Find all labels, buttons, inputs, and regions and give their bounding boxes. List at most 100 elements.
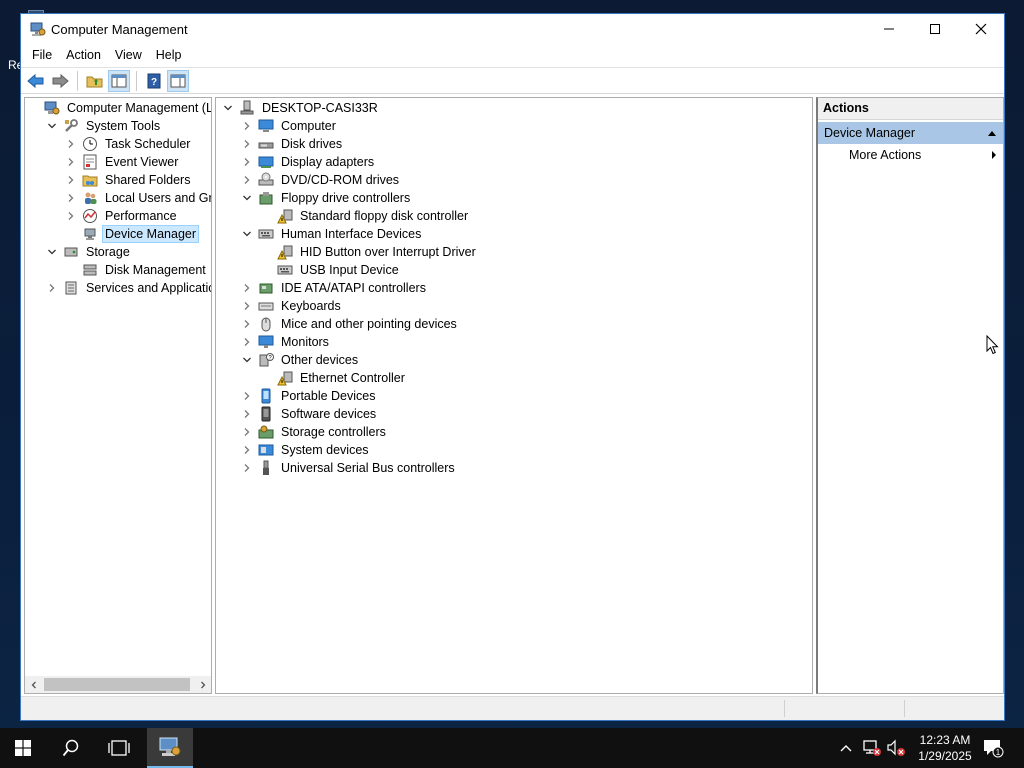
tree-node[interactable]: Human Interface Devices [241, 225, 423, 243]
tree-node[interactable]: Computer Management (Local [27, 99, 211, 117]
tree-toggle[interactable] [241, 156, 253, 168]
chevron-right-icon[interactable] [66, 139, 76, 149]
chevron-down-icon[interactable] [47, 121, 57, 131]
tree-node[interactable]: Standard floppy disk controller [260, 207, 470, 225]
tree-node[interactable]: Storage [46, 243, 132, 261]
chevron-right-icon[interactable] [242, 427, 252, 437]
tree-node[interactable]: Disk drives [241, 135, 344, 153]
tree-toggle[interactable] [241, 408, 253, 420]
tree-node[interactable]: Task Scheduler [65, 135, 192, 153]
chevron-right-icon[interactable] [66, 175, 76, 185]
task-view-button[interactable] [96, 728, 142, 768]
tree-toggle[interactable] [241, 354, 253, 366]
tree-toggle[interactable] [65, 192, 77, 204]
tree-toggle[interactable] [65, 138, 77, 150]
up-one-level-button[interactable] [84, 70, 106, 92]
chevron-down-icon[interactable] [242, 193, 252, 203]
tree-node[interactable]: Performance [65, 207, 179, 225]
tree-node[interactable]: Monitors [241, 333, 331, 351]
tree-node[interactable]: Display adapters [241, 153, 376, 171]
tree-node[interactable]: Floppy drive controllers [241, 189, 412, 207]
scroll-left-button[interactable] [25, 676, 42, 693]
help-button[interactable]: ? [143, 70, 165, 92]
tree-toggle[interactable] [65, 156, 77, 168]
volume-button[interactable] [884, 728, 908, 768]
tree-node[interactable]: Mice and other pointing devices [241, 315, 459, 333]
start-button[interactable] [0, 728, 46, 768]
more-actions-item[interactable]: More Actions [818, 144, 1003, 166]
chevron-right-icon[interactable] [242, 337, 252, 347]
tree-toggle[interactable] [241, 174, 253, 186]
chevron-right-icon[interactable] [242, 175, 252, 185]
tree-node[interactable]: Ethernet Controller [260, 369, 407, 387]
tree-node[interactable]: Shared Folders [65, 171, 192, 189]
tree-toggle[interactable] [241, 192, 253, 204]
tree-node[interactable]: Device Manager [65, 225, 200, 243]
tree-toggle[interactable] [241, 282, 253, 294]
tree-toggle[interactable] [241, 336, 253, 348]
tree-toggle[interactable] [241, 120, 253, 132]
chevron-right-icon[interactable] [242, 283, 252, 293]
chevron-right-icon[interactable] [242, 409, 252, 419]
tree-node[interactable]: Event Viewer [65, 153, 180, 171]
tree-toggle[interactable] [241, 318, 253, 330]
tree-toggle[interactable] [65, 210, 77, 222]
chevron-right-icon[interactable] [242, 139, 252, 149]
close-button[interactable] [958, 14, 1004, 44]
menu-file[interactable]: File [25, 45, 59, 66]
tree-node[interactable]: USB Input Device [260, 261, 401, 279]
tree-toggle[interactable] [241, 228, 253, 240]
tree-node[interactable]: ? Other devices [241, 351, 360, 369]
chevron-right-icon[interactable] [242, 391, 252, 401]
maximize-button[interactable] [912, 14, 958, 44]
search-button[interactable] [48, 728, 94, 768]
chevron-right-icon[interactable] [66, 157, 76, 167]
scroll-right-button[interactable] [194, 676, 211, 693]
tree-node[interactable]: HID Button over Interrupt Driver [260, 243, 478, 261]
chevron-right-icon[interactable] [242, 121, 252, 131]
tree-node[interactable]: DVD/CD-ROM drives [241, 171, 401, 189]
tree-toggle[interactable] [222, 102, 234, 114]
chevron-right-icon[interactable] [242, 301, 252, 311]
tree-node[interactable]: Local Users and Groups [65, 189, 211, 207]
tree-node[interactable]: Services and Applications [46, 279, 211, 297]
horizontal-scrollbar[interactable] [25, 676, 211, 693]
chevron-right-icon[interactable] [242, 463, 252, 473]
action-center-button[interactable]: 1 [980, 728, 1006, 768]
show-hide-console-tree-button[interactable] [108, 69, 130, 92]
chevron-right-icon[interactable] [242, 319, 252, 329]
tree-node[interactable]: Disk Management [65, 261, 208, 279]
back-button[interactable] [25, 70, 47, 92]
tree-toggle[interactable] [241, 138, 253, 150]
tree-toggle[interactable] [65, 174, 77, 186]
tree-toggle[interactable] [241, 300, 253, 312]
tree-node[interactable]: DESKTOP-CASI33R [222, 99, 380, 117]
menu-help[interactable]: Help [149, 45, 189, 66]
tree-node[interactable]: Software devices [241, 405, 378, 423]
taskbar-computer-management[interactable] [147, 728, 193, 768]
chevron-down-icon[interactable] [242, 355, 252, 365]
forward-button[interactable] [49, 70, 71, 92]
tree-node[interactable]: Computer [241, 117, 338, 135]
chevron-right-icon[interactable] [47, 283, 57, 293]
title-bar[interactable]: Computer Management [21, 14, 1004, 45]
tree-node[interactable]: Storage controllers [241, 423, 388, 441]
chevron-down-icon[interactable] [223, 103, 233, 113]
tree-toggle[interactable] [46, 282, 58, 294]
tree-node[interactable]: Keyboards [241, 297, 343, 315]
tree-node[interactable]: System devices [241, 441, 371, 459]
tree-toggle[interactable] [46, 120, 58, 132]
actions-section-device-manager[interactable]: Device Manager [818, 122, 1003, 144]
show-hide-action-pane-button[interactable] [167, 69, 189, 92]
menu-action[interactable]: Action [59, 45, 108, 66]
minimize-button[interactable] [866, 14, 912, 44]
chevron-right-icon[interactable] [242, 157, 252, 167]
network-status-button[interactable] [860, 728, 884, 768]
taskbar-clock[interactable]: 12:23 AM 1/29/2025 [910, 732, 980, 764]
collapse-up-icon[interactable] [987, 129, 997, 137]
tree-toggle[interactable] [46, 246, 58, 258]
tree-toggle[interactable] [241, 462, 253, 474]
tree-node[interactable]: System Tools [46, 117, 162, 135]
scrollbar-thumb[interactable] [44, 678, 190, 691]
tree-node[interactable]: Universal Serial Bus controllers [241, 459, 457, 477]
